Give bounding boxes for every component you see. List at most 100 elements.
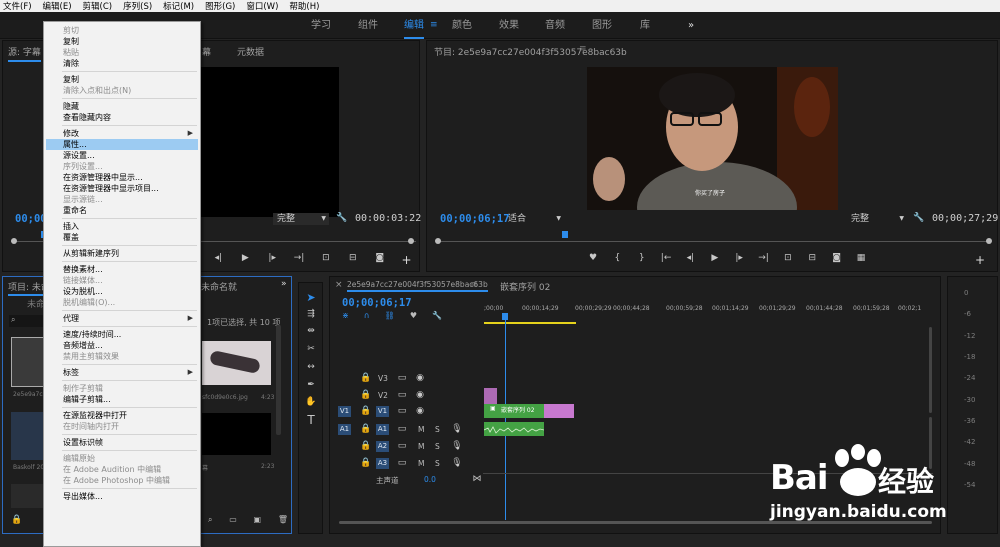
search-icon[interactable]: ⌕: [208, 515, 212, 525]
source-patch-a1[interactable]: A1: [338, 424, 351, 435]
track-target-a3[interactable]: A3: [376, 458, 389, 469]
timeline-tab-active[interactable]: 2e5e9a7cc27e004f3f53057e8bac63b: [347, 280, 488, 292]
project-thumbnail-image[interactable]: [202, 341, 271, 385]
tab-untitled[interactable]: 未命名就: [201, 280, 237, 293]
lift-icon[interactable]: ⊡: [782, 253, 794, 267]
context-menu-item[interactable]: 从剪辑新建序列: [46, 248, 198, 259]
program-quality-select[interactable]: 完整 ▼: [851, 213, 907, 225]
context-menu-item[interactable]: 重命名: [46, 205, 198, 216]
source-scrub-start-handle[interactable]: [11, 238, 17, 244]
new-item-icon[interactable]: ▣: [254, 515, 262, 525]
context-menu-item[interactable]: 标签 ▶: [46, 367, 198, 378]
selection-tool-icon[interactable]: ➤: [305, 291, 317, 304]
bowtie-icon[interactable]: ⋈: [471, 474, 483, 484]
lock-icon[interactable]: 🔒: [360, 390, 372, 400]
context-menu-item[interactable]: 修改 ▶: [46, 128, 198, 139]
program-playhead[interactable]: [562, 231, 568, 238]
track-target-v1[interactable]: V1: [376, 406, 389, 417]
solo-button[interactable]: S: [435, 459, 440, 468]
step-forward-icon[interactable]: |▸: [733, 253, 745, 267]
sync-lock-icon[interactable]: ▭: [396, 441, 408, 451]
trash-icon[interactable]: 🗑: [278, 515, 288, 525]
context-menu-item[interactable]: 查看隐藏内容: [46, 112, 198, 123]
ripple-edit-tool-icon[interactable]: ⇹: [305, 326, 317, 336]
project-thumbnail[interactable]: [11, 412, 45, 460]
snap-icon[interactable]: ∩: [364, 311, 370, 320]
step-back-icon[interactable]: ◂|: [212, 253, 224, 267]
menu-clip[interactable]: 剪辑(C): [83, 0, 113, 12]
workspace-menu-icon[interactable]: ≡: [430, 12, 438, 39]
mark-out-icon[interactable]: }: [636, 253, 648, 267]
context-menu-item[interactable]: 导出媒体...: [46, 491, 198, 502]
menu-file[interactable]: 文件(F): [3, 0, 32, 12]
eye-icon[interactable]: ◉: [414, 373, 426, 383]
lock-icon[interactable]: 🔒: [360, 373, 372, 383]
context-menu-item[interactable]: 复制: [46, 74, 198, 85]
menu-help[interactable]: 帮助(H): [289, 0, 319, 12]
program-zoom-select[interactable]: 适合 ▼: [508, 213, 564, 225]
panel-overflow-button[interactable]: »: [281, 279, 287, 289]
project-thumbnail[interactable]: [11, 337, 45, 387]
sync-lock-icon[interactable]: ▭: [396, 373, 408, 383]
mute-button[interactable]: M: [418, 459, 424, 468]
insert-icon[interactable]: ⊡: [320, 253, 332, 267]
add-icon[interactable]: +: [974, 253, 986, 267]
workspace-tab-libraries[interactable]: 库: [640, 12, 650, 39]
close-icon[interactable]: ×: [335, 280, 343, 290]
workspace-overflow-button[interactable]: »: [688, 12, 694, 39]
source-patch-v1[interactable]: V1: [338, 406, 351, 417]
mic-icon[interactable]: 🎙: [451, 458, 463, 468]
context-menu-item[interactable]: 在资源管理器中显示...: [46, 172, 198, 183]
graphic-clip[interactable]: [484, 388, 497, 404]
eye-icon[interactable]: ◉: [414, 390, 426, 400]
context-menu-item[interactable]: 音频增益...: [46, 340, 198, 351]
lock-icon[interactable]: 🔒: [360, 406, 372, 416]
workspace-tab-effects[interactable]: 效果: [499, 12, 519, 39]
workspace-tab-graphics[interactable]: 图形: [592, 12, 612, 39]
menu-window[interactable]: 窗口(W): [246, 0, 278, 12]
context-menu-item[interactable]: 清除: [46, 58, 198, 69]
solo-button[interactable]: S: [435, 425, 440, 434]
context-menu-item[interactable]: 在源监视器中打开: [46, 410, 198, 421]
project-item-name[interactable]: 幕: [202, 463, 208, 472]
program-panel-title[interactable]: 节目: 2e5e9a7cc27e004f3f53057e8bac63b: [434, 45, 627, 58]
menu-sequence[interactable]: 序列(S): [123, 0, 152, 12]
lock-icon[interactable]: 🔒: [360, 424, 372, 434]
context-menu-item[interactable]: 编辑子剪辑...: [46, 394, 198, 405]
eye-icon[interactable]: ◉: [414, 406, 426, 416]
timeline-playhead-handle[interactable]: [502, 313, 508, 320]
mic-icon[interactable]: 🎙: [451, 424, 463, 434]
nested-clip[interactable]: [544, 404, 574, 418]
play-icon[interactable]: ▶: [709, 253, 721, 267]
program-scrubber[interactable]: [437, 241, 990, 242]
tab-captions[interactable]: 幕: [202, 45, 211, 58]
sync-lock-icon[interactable]: ▭: [396, 406, 408, 416]
workspace-tab-learn[interactable]: 学习: [311, 12, 331, 39]
type-tool-icon[interactable]: T: [305, 413, 317, 427]
master-volume-value[interactable]: 0.0: [424, 475, 436, 484]
source-panel-title[interactable]: 源: 字幕: [8, 45, 41, 62]
extract-icon[interactable]: ⊟: [806, 253, 818, 267]
folder-icon[interactable]: ▭: [229, 515, 237, 525]
video-clip[interactable]: ▣ 嵌套序列 02: [484, 404, 544, 418]
panel-menu-icon[interactable]: ≡: [470, 280, 478, 290]
linked-selection-icon[interactable]: ⛓: [385, 311, 395, 320]
go-to-out-icon[interactable]: →|: [293, 253, 305, 267]
video-vertical-scrollbar[interactable]: [929, 327, 932, 413]
project-item-name[interactable]: sfc0d9e0c6.jpg: [202, 394, 248, 401]
add-marker-icon[interactable]: ♥: [410, 311, 417, 320]
context-menu-item[interactable]: 替换素材...: [46, 264, 198, 275]
context-menu-item[interactable]: 插入: [46, 221, 198, 232]
time-ruler[interactable]: ;00;00 00;00;14;29 00;00;29;29 00;00;44;…: [484, 305, 932, 315]
sync-lock-icon[interactable]: ▭: [396, 390, 408, 400]
add-icon[interactable]: +: [401, 253, 413, 267]
razor-tool-icon[interactable]: ✂: [305, 344, 317, 354]
compare-icon[interactable]: ▦: [855, 253, 867, 267]
project-thumbnail[interactable]: [11, 484, 45, 508]
workspace-tab-color[interactable]: 颜色: [452, 12, 472, 39]
go-to-in-icon[interactable]: |←: [660, 253, 672, 267]
menu-graphics[interactable]: 图形(G): [205, 0, 235, 12]
step-forward-icon[interactable]: |▸: [266, 253, 278, 267]
nest-toggle-icon[interactable]: ⋇: [342, 311, 349, 320]
slip-tool-icon[interactable]: ↔: [305, 362, 317, 372]
